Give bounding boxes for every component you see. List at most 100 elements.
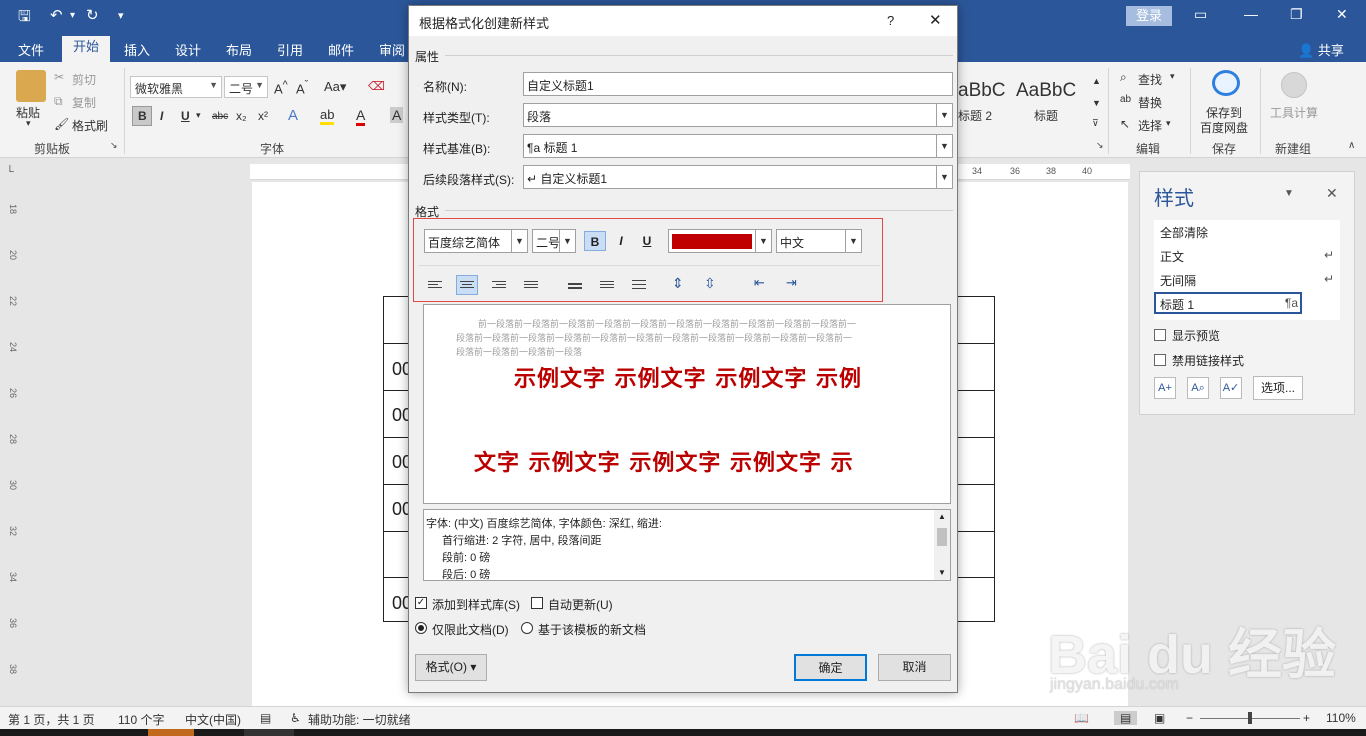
macro-icon[interactable]: ▤: [260, 711, 271, 725]
select-icon[interactable]: ↖: [1120, 117, 1130, 131]
login-button[interactable]: 登录: [1126, 6, 1172, 26]
new-style-icon[interactable]: A+: [1154, 377, 1176, 399]
next-style-select[interactable]: ↵ 自定义标题1 ▼: [523, 165, 953, 189]
cut-button[interactable]: 剪切: [72, 71, 96, 88]
increase-spacing-icon[interactable]: ⇕: [672, 275, 684, 292]
script-select[interactable]: 中文 ▼: [776, 229, 862, 253]
read-mode-icon[interactable]: 📖: [1074, 711, 1089, 725]
dialog-size-select[interactable]: 二号 ▼: [532, 229, 576, 253]
highlight-icon[interactable]: ab: [320, 107, 335, 125]
font-color-icon[interactable]: A: [356, 107, 366, 126]
copy-icon[interactable]: ⧉: [54, 94, 63, 109]
close-window-icon[interactable]: ✕: [1336, 6, 1348, 23]
zoom-slider-thumb[interactable]: [1248, 712, 1252, 724]
print-layout-icon[interactable]: ▤: [1114, 711, 1138, 725]
select-dropdown-icon[interactable]: ▾: [1166, 118, 1171, 129]
tab-references[interactable]: 引用: [277, 40, 303, 59]
change-case-icon[interactable]: Aa▾: [324, 79, 346, 95]
gallery-down-icon[interactable]: ▼: [1092, 98, 1101, 108]
clear-format-icon[interactable]: ⌫: [368, 79, 385, 93]
increase-indent-icon[interactable]: ⇥: [786, 275, 797, 291]
clipboard-launcher-icon[interactable]: ↘: [110, 140, 118, 151]
select-button[interactable]: 选择: [1138, 117, 1162, 134]
show-preview-checkbox[interactable]: [1154, 329, 1166, 341]
format-painter-button[interactable]: 格式刷: [72, 117, 108, 134]
zoom-level[interactable]: 110%: [1326, 711, 1356, 725]
font-color-select[interactable]: ▼: [668, 229, 772, 253]
paste-icon[interactable]: [16, 70, 46, 102]
replace-button[interactable]: 替换: [1138, 94, 1162, 111]
subscript-button[interactable]: x₂: [236, 109, 247, 123]
minimize-icon[interactable]: —: [1244, 6, 1258, 22]
dialog-bold-button[interactable]: B: [584, 231, 606, 251]
char-shading-icon[interactable]: A: [390, 107, 404, 123]
replace-icon[interactable]: ab: [1120, 94, 1131, 105]
format-painter-icon[interactable]: 🖌: [54, 117, 69, 131]
disable-linked-checkbox[interactable]: [1154, 354, 1166, 366]
tab-file[interactable]: 文件: [18, 40, 44, 59]
desc-scrollbar[interactable]: ▲ ▼: [934, 510, 950, 580]
save-netdisk-line2[interactable]: 百度网盘: [1200, 119, 1248, 136]
cancel-button[interactable]: 取消: [878, 654, 951, 681]
cut-icon[interactable]: ✂: [54, 70, 64, 84]
close-dialog-icon[interactable]: ✕: [929, 11, 942, 29]
underline-dropdown-icon[interactable]: ▾: [196, 110, 201, 121]
web-layout-icon[interactable]: ▣: [1154, 711, 1165, 725]
undo-icon[interactable]: ↶: [50, 6, 63, 24]
scroll-up-icon[interactable]: ▲: [938, 512, 946, 521]
word-count[interactable]: 110 个字: [118, 711, 164, 728]
name-input[interactable]: 自定义标题1: [523, 72, 953, 96]
italic-button[interactable]: I: [160, 109, 163, 123]
text-effects-icon[interactable]: A: [288, 107, 298, 124]
decrease-indent-icon[interactable]: ⇤: [754, 275, 765, 291]
language-indicator[interactable]: 中文(中国): [185, 711, 241, 728]
save-icon[interactable]: 🖫: [18, 6, 31, 31]
add-to-gallery-checkbox[interactable]: ✓: [415, 597, 427, 609]
ribbon-display-icon[interactable]: ▭: [1194, 6, 1207, 23]
find-icon[interactable]: ⌕: [1120, 70, 1127, 85]
share-button[interactable]: 👤 共享: [1298, 40, 1344, 59]
grow-font-icon[interactable]: A^: [274, 79, 288, 96]
ribbon-size-select[interactable]: 二号 ▼: [224, 76, 268, 98]
style-heading2-sample[interactable]: aBbC: [958, 80, 1006, 102]
style-base-select[interactable]: ¶a 标题 1 ▼: [523, 134, 953, 158]
baidu-netdisk-icon[interactable]: [1212, 70, 1240, 96]
paste-dropdown-icon[interactable]: ▾: [26, 118, 31, 129]
zoom-in-icon[interactable]: +: [1303, 711, 1310, 725]
decrease-spacing-icon[interactable]: ⇳: [704, 275, 716, 292]
accessibility-status[interactable]: 辅助功能: 一切就绪: [308, 711, 411, 728]
tab-mailings[interactable]: 邮件: [328, 40, 354, 59]
style-inspector-icon[interactable]: A⌕: [1187, 377, 1209, 399]
style-item-clear-all[interactable]: 全部清除: [1154, 220, 1340, 242]
manage-styles-icon[interactable]: A✓: [1220, 377, 1242, 399]
taskbar-app[interactable]: [148, 729, 194, 736]
styles-launcher-icon[interactable]: ↘: [1096, 140, 1104, 151]
format-menu-button[interactable]: 格式(O) ▾: [415, 654, 487, 681]
tab-home[interactable]: 开始: [62, 36, 111, 62]
zoom-out-icon[interactable]: −: [1186, 711, 1193, 725]
scroll-thumb[interactable]: [937, 528, 947, 546]
find-button[interactable]: 查找: [1138, 71, 1162, 88]
scroll-down-icon[interactable]: ▼: [938, 568, 946, 577]
gallery-up-icon[interactable]: ▲: [1092, 76, 1101, 86]
template-radio[interactable]: [521, 622, 533, 634]
auto-update-checkbox[interactable]: [531, 597, 543, 609]
options-button[interactable]: 选项...: [1253, 376, 1303, 400]
copy-button[interactable]: 复制: [72, 94, 96, 111]
find-dropdown-icon[interactable]: ▾: [1170, 71, 1175, 82]
superscript-button[interactable]: x²: [258, 109, 268, 123]
customize-quick-access-icon[interactable]: ▾: [118, 9, 124, 22]
style-title-sample[interactable]: AaBbC: [1016, 80, 1076, 102]
ok-button[interactable]: 确定: [794, 654, 867, 681]
tab-insert[interactable]: 插入: [124, 40, 150, 59]
shrink-font-icon[interactable]: Aˇ: [296, 79, 308, 96]
help-button[interactable]: ?: [887, 13, 894, 28]
style-item-heading1[interactable]: 标题 1 ¶a: [1154, 292, 1302, 314]
close-pane-icon[interactable]: ✕: [1326, 185, 1338, 202]
dialog-font-select[interactable]: 百度综艺简体 ▼: [424, 229, 528, 253]
style-type-select[interactable]: 段落 ▼: [523, 103, 953, 127]
restore-icon[interactable]: ❐: [1290, 6, 1303, 23]
pane-options-icon[interactable]: ▼: [1284, 188, 1294, 199]
gallery-more-icon[interactable]: ⊽: [1092, 118, 1099, 129]
style-item-no-spacing[interactable]: 无间隔 ↵: [1154, 268, 1340, 290]
